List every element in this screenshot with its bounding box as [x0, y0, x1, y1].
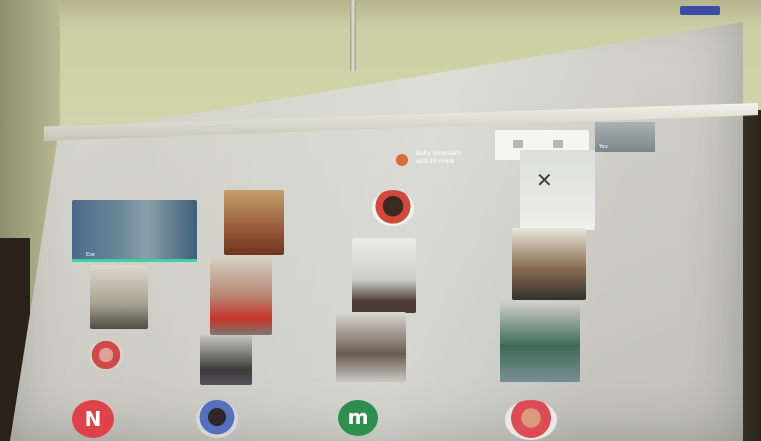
video-tile-1[interactable]: Ese — [72, 200, 197, 262]
video-tile-5[interactable] — [200, 335, 252, 385]
video-tile-9[interactable] — [512, 228, 586, 300]
hanging-cable — [350, 0, 356, 72]
video-tile-7[interactable] — [336, 312, 406, 382]
speaking-indicator — [72, 259, 197, 262]
video-tile-4[interactable] — [210, 255, 272, 335]
tile-1-name: Ese — [86, 252, 95, 258]
video-tile-3[interactable] — [90, 265, 148, 329]
participant-avatar-small[interactable] — [88, 340, 124, 370]
camera-icon — [513, 140, 523, 148]
brand-sticker — [680, 6, 720, 15]
participant-avatar-photo[interactable] — [372, 190, 414, 226]
participant-avatar-photo-2[interactable] — [196, 400, 238, 438]
video-tile-10[interactable] — [500, 302, 580, 382]
self-view-label: You — [599, 144, 608, 150]
video-tile-6[interactable] — [352, 238, 416, 313]
participants-notice: Baby Hiremath and 20 more — [392, 150, 496, 172]
participant-avatar-n[interactable]: N — [72, 400, 114, 438]
video-tile-8[interactable]: ✕ — [520, 150, 595, 230]
self-view-tile: You — [595, 122, 655, 152]
notice-avatar-dot — [396, 154, 408, 166]
video-tile-2[interactable] — [224, 190, 284, 255]
ceiling — [0, 0, 761, 26]
share-icon — [553, 140, 563, 148]
participant-avatar-photo-3[interactable] — [505, 400, 557, 440]
notice-text: Baby Hiremath and 20 more — [416, 150, 461, 165]
participant-avatar-m[interactable]: m — [338, 400, 378, 436]
ceiling-fan-icon: ✕ — [536, 168, 553, 192]
